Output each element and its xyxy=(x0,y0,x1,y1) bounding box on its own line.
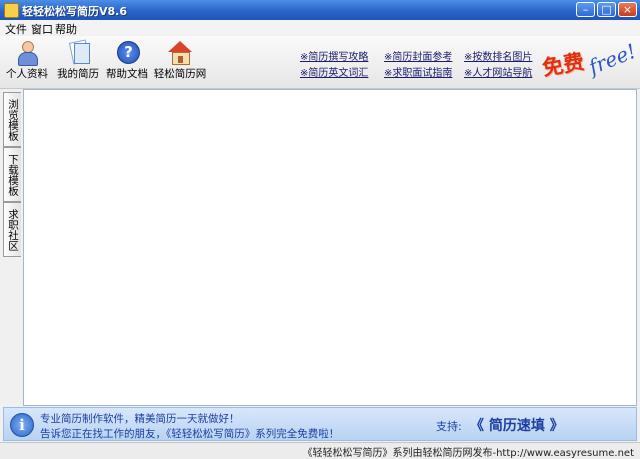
side-tabs: 浏览模板 下载模板 求职社区 xyxy=(2,89,22,407)
toolbar-profile-label: 个人资料 xyxy=(6,68,48,80)
quick-links: ※简历撰写攻略 ※简历封面参考 ※按数排名图片 ※简历英文词汇 ※求职面试指南 … xyxy=(296,43,534,79)
link-interview-guide[interactable]: ※求职面试指南 xyxy=(384,64,452,79)
support-quickfill-link[interactable]: 《 简历速填 》 xyxy=(470,415,564,435)
promo-line-1: 专业简历制作软件，精美简历一天就做好！ xyxy=(40,413,240,425)
close-button[interactable]: × xyxy=(618,2,637,17)
minimize-button[interactable]: – xyxy=(576,2,595,17)
link-english-vocabulary[interactable]: ※简历英文词汇 xyxy=(300,64,368,79)
link-resume-writing-guide[interactable]: ※简历撰写攻略 xyxy=(300,48,368,63)
tab-browse-templates[interactable]: 浏览模板 xyxy=(3,92,21,147)
maximize-button[interactable]: □ xyxy=(597,2,616,17)
free-badge-en: free! xyxy=(585,38,640,80)
toolbar-website-label: 轻松简历网 xyxy=(153,68,207,80)
home-icon xyxy=(167,40,193,65)
toolbar-my-resume-button[interactable]: 我的简历 xyxy=(54,39,102,81)
window-title: 轻轻松松写简历V8.6 xyxy=(22,5,127,18)
toolbar-help-label: 帮助文档 xyxy=(106,68,148,80)
tab-job-community-label: 求职社区 xyxy=(7,209,19,251)
tab-browse-templates-label: 浏览模板 xyxy=(7,99,19,141)
link-ranking-images[interactable]: ※按数排名图片 xyxy=(464,48,532,63)
info-icon: i xyxy=(10,413,34,437)
tab-download-templates[interactable]: 下载模板 xyxy=(3,147,21,202)
title-bar[interactable]: 轻轻松松写简历V8.6 – □ × xyxy=(0,0,640,20)
menu-help[interactable]: 帮助 xyxy=(55,21,77,37)
free-badge: 免费 free! xyxy=(540,38,640,85)
main-content-area[interactable] xyxy=(23,89,637,406)
toolbar-profile-button[interactable]: 个人资料 xyxy=(4,40,50,81)
menu-window[interactable]: 窗口 xyxy=(31,21,53,37)
app-window: 轻轻松松写简历V8.6 – □ × 文件 窗口 帮助 个人资料 我的简历 ? 帮… xyxy=(0,0,640,459)
tab-job-community[interactable]: 求职社区 xyxy=(3,202,21,257)
toolbar-help-button[interactable]: ? 帮助文档 xyxy=(104,40,150,81)
help-icon: ? xyxy=(114,40,140,64)
free-badge-cn: 免费 xyxy=(540,48,586,81)
user-profile-icon xyxy=(14,40,40,66)
toolbar-website-button[interactable]: 轻松简历网 xyxy=(152,40,208,81)
promo-bar: i 专业简历制作软件，精美简历一天就做好！ 告诉您正在找工作的朋友，《轻轻松松写… xyxy=(3,407,637,441)
support-label: 支持: xyxy=(436,420,462,433)
menu-bar: 文件 窗口 帮助 xyxy=(0,20,640,37)
promo-line-2: 告诉您正在找工作的朋友，《轻轻松松写简历》系列完全免费啦！ xyxy=(40,428,340,440)
resume-document-icon xyxy=(65,39,91,65)
app-icon xyxy=(4,3,19,18)
toolbar: 个人资料 我的简历 ? 帮助文档 轻松简历网 ※简历撰写攻略 ※简历封面参考 ※… xyxy=(0,36,640,89)
status-text: 《轻轻松松写简历》系列由轻松简历网发布-http://www.easyresum… xyxy=(302,448,634,459)
toolbar-my-resume-label: 我的简历 xyxy=(57,68,99,80)
status-bar: 《轻轻松松写简历》系列由轻松简历网发布-http://www.easyresum… xyxy=(0,442,640,459)
menu-file[interactable]: 文件 xyxy=(5,21,27,37)
tab-download-templates-label: 下载模板 xyxy=(7,154,19,196)
link-job-sites-nav[interactable]: ※人才网站导航 xyxy=(464,64,532,79)
link-resume-cover[interactable]: ※简历封面参考 xyxy=(384,48,452,63)
